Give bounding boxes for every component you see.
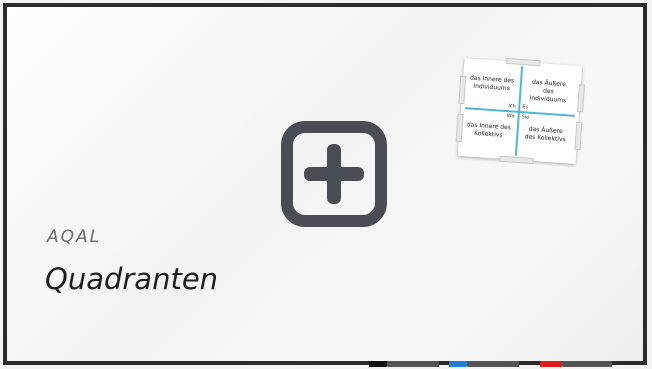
center-label-wir: Wir <box>506 113 516 120</box>
black-marker-body[interactable] <box>387 361 439 367</box>
black-marker-cap[interactable] <box>369 361 387 367</box>
plus-square-icon[interactable] <box>278 118 390 230</box>
card-tab-top <box>506 57 541 67</box>
blue-marker-cap[interactable] <box>449 361 467 367</box>
red-marker-cap[interactable] <box>540 361 562 367</box>
center-label-es: Es <box>522 104 529 111</box>
quadrant-top-right: das Äußere des Individuums <box>529 78 567 105</box>
whiteboard: AQAL Quadranten das Innere des Individuu… <box>0 0 652 369</box>
card-tab-left-2 <box>455 113 464 143</box>
blue-marker-body[interactable] <box>467 361 519 367</box>
red-marker-body[interactable] <box>562 361 612 367</box>
card-tab-left <box>458 75 467 105</box>
quadrant-card[interactable]: das Innere des Individuums das Äußere de… <box>455 57 586 165</box>
slide-title: Quadranten <box>45 262 219 296</box>
slide-subtitle: AQAL <box>47 227 102 247</box>
center-label-sie: Sie <box>521 114 530 121</box>
center-label-ich: Ich <box>508 103 516 110</box>
quadrant-top-left: das Innere des Individuums <box>469 74 515 93</box>
quadrant-bottom-left: das Innere des Kollektivs <box>466 121 512 139</box>
quadrant-bottom-right: das Äußere des Kollektivs <box>524 125 566 144</box>
